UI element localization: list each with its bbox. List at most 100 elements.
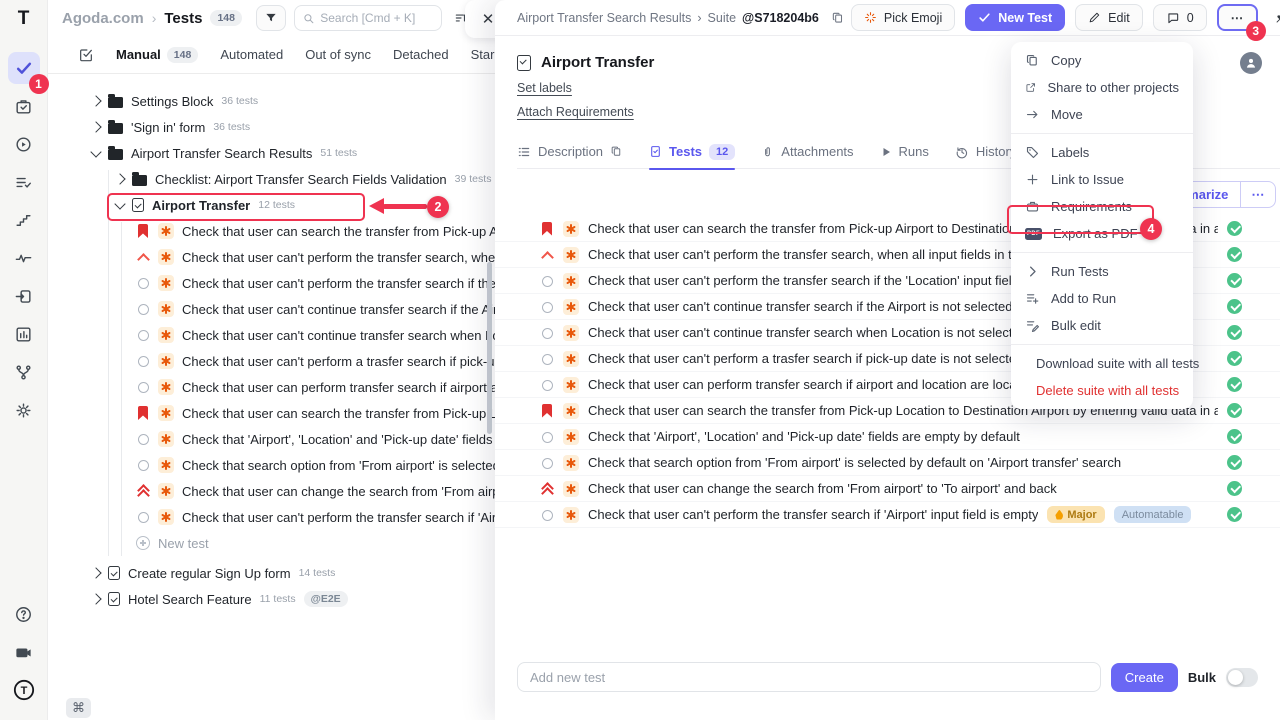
tree-test-row[interactable]: Check that user can't perform the transf… (48, 270, 495, 296)
tree-guide-line (108, 170, 109, 556)
nav-activity-item[interactable] (8, 242, 40, 274)
menu-delete-suite[interactable]: Delete suite with all tests (1011, 377, 1193, 404)
menu-export-as-pdf[interactable]: PDFExport as PDF (1011, 220, 1193, 247)
tree-test-row[interactable]: Check that 'Airport', 'Location' and 'Pi… (48, 426, 495, 452)
search-input[interactable] (320, 11, 433, 25)
chevron-down-icon[interactable] (114, 198, 125, 209)
menu-move[interactable]: Move (1011, 101, 1193, 128)
tab-automated[interactable]: Automated (220, 47, 283, 62)
menu-requirements[interactable]: Requirements (1011, 193, 1193, 220)
avatar[interactable] (1240, 52, 1262, 74)
set-labels-link[interactable]: Set labels (517, 81, 572, 95)
add-test-footer: Create Bulk (495, 662, 1280, 692)
priority-icon (136, 380, 150, 394)
search-box[interactable] (294, 5, 442, 31)
test-row[interactable]: Check that user can change the search fr… (495, 476, 1280, 502)
breadcrumb-project[interactable]: Agoda.com (62, 10, 144, 27)
tab-starred[interactable]: Starred (471, 47, 495, 62)
nav-brand-item[interactable]: T (8, 674, 40, 706)
tree-folder-sign-in-form[interactable]: 'Sign in' form36 tests (48, 114, 495, 140)
bulk-toggle[interactable] (1226, 668, 1258, 687)
tree-suite-create-sign-up[interactable]: Create regular Sign Up form14 tests (48, 560, 495, 586)
add-new-test-input[interactable] (517, 662, 1101, 692)
menu-bulk-edit[interactable]: Bulk edit (1011, 312, 1193, 339)
tree-suite-hotel-search[interactable]: Hotel Search Feature11 tests@E2E (48, 586, 495, 612)
app-logo[interactable]: T (18, 8, 30, 30)
menu-labels[interactable]: Labels (1011, 139, 1193, 166)
tree-test-row[interactable]: Check that user can search the transfer … (48, 400, 495, 426)
menu-share[interactable]: Share to other projects (1011, 74, 1193, 101)
chevron-down-icon[interactable] (90, 146, 101, 157)
menu-copy[interactable]: Copy (1011, 47, 1193, 74)
runs-case-icon (14, 97, 33, 116)
tree-test-row[interactable]: Check that user can't continue transfer … (48, 296, 495, 322)
new-test-button-header[interactable]: New Test (965, 4, 1065, 31)
tree-test-row[interactable]: Check that user can search the transfer … (48, 218, 495, 244)
nav-launch-item[interactable] (8, 128, 40, 160)
chevron-right-icon[interactable] (90, 121, 101, 132)
tree-test-row[interactable]: Check that user can't perform the transf… (48, 244, 495, 270)
menu-divider (1011, 344, 1193, 345)
menu-link-to-issue[interactable]: Link to Issue (1011, 166, 1193, 193)
tab-history[interactable]: History (955, 135, 1016, 169)
test-spark-icon (563, 481, 579, 497)
more-actions-button[interactable]: ⋯ 3 (1217, 4, 1259, 31)
nav-settings-item[interactable] (8, 394, 40, 426)
tree-test-row[interactable]: Check that user can't continue transfer … (48, 322, 495, 348)
test-row[interactable]: Check that search option from 'From airp… (495, 450, 1280, 476)
tab-detached[interactable]: Detached (393, 47, 449, 62)
priority-icon (540, 222, 554, 236)
summarize-more-button[interactable]: ⋯ (1241, 187, 1275, 203)
chevron-right-icon[interactable] (90, 95, 101, 106)
nav-analytics-item[interactable] (8, 318, 40, 350)
nav-plans-item[interactable] (8, 166, 40, 198)
filter-button[interactable] (256, 5, 286, 31)
nav-media-item[interactable] (8, 636, 40, 668)
test-row[interactable]: Check that 'Airport', 'Location' and 'Pi… (495, 424, 1280, 450)
nav-help-item[interactable] (8, 598, 40, 630)
pick-emoji-button[interactable]: Pick Emoji (851, 4, 955, 31)
tab-attachments[interactable]: Attachments (761, 135, 853, 169)
branch-icon (14, 363, 33, 382)
tab-manual[interactable]: Manual148 (116, 47, 198, 63)
attach-requirements-link[interactable]: Attach Requirements (517, 105, 634, 119)
nav-runs-item[interactable] (8, 90, 40, 122)
share-icon (1025, 80, 1036, 95)
tree-folder-settings-block[interactable]: Settings Block36 tests (48, 88, 495, 114)
pin-button[interactable] (1268, 5, 1280, 31)
tab-description[interactable]: Description (517, 135, 623, 169)
tree-test-row[interactable]: Check that user can perform transfer sea… (48, 374, 495, 400)
menu-add-to-run[interactable]: Add to Run (1011, 285, 1193, 312)
chevron-right-icon[interactable] (114, 173, 125, 184)
drawer-breadcrumb-parent[interactable]: Airport Transfer Search Results (517, 11, 691, 25)
breadcrumb-section[interactable]: Tests (164, 10, 202, 27)
chevron-right-icon[interactable] (90, 567, 101, 578)
tree-folder-checklist[interactable]: Checklist: Airport Transfer Search Field… (48, 166, 495, 192)
select-mode-icon[interactable] (78, 47, 94, 63)
test-row[interactable]: Check that user can't perform the transf… (495, 502, 1280, 528)
tab-runs[interactable]: Runs (880, 135, 929, 169)
test-spark-icon (563, 247, 579, 263)
tree-folder-airport-transfer-search-results[interactable]: Airport Transfer Search Results51 tests (48, 140, 495, 166)
edit-button[interactable]: Edit (1075, 4, 1143, 31)
folder-icon (108, 123, 123, 134)
copy-suite-id-button[interactable] (825, 5, 851, 31)
tree-test-row[interactable]: Check that user can't perform a trasfer … (48, 348, 495, 374)
nav-import-item[interactable] (8, 280, 40, 312)
priority-icon (136, 432, 150, 446)
tree-test-row[interactable]: Check that user can change the search fr… (48, 478, 495, 504)
tree-test-row[interactable]: Check that search option from 'From airp… (48, 452, 495, 478)
create-button[interactable]: Create (1111, 663, 1178, 692)
menu-download-suite[interactable]: Download suite with all tests (1011, 350, 1193, 377)
nav-tests-item[interactable]: 1 (8, 52, 40, 84)
chevron-right-icon[interactable] (90, 593, 101, 604)
tree-scrollbar[interactable] (487, 262, 492, 434)
tab-out-of-sync[interactable]: Out of sync (305, 47, 371, 62)
new-test-button[interactable]: New test (48, 530, 495, 556)
tree-test-row[interactable]: Check that user can't perform the transf… (48, 504, 495, 530)
comments-button[interactable]: 0 (1153, 4, 1207, 31)
menu-run-tests[interactable]: Run Tests (1011, 258, 1193, 285)
nav-integrations-item[interactable] (8, 356, 40, 388)
tab-tests[interactable]: Tests 12 (649, 135, 735, 169)
nav-milestones-item[interactable] (8, 204, 40, 236)
